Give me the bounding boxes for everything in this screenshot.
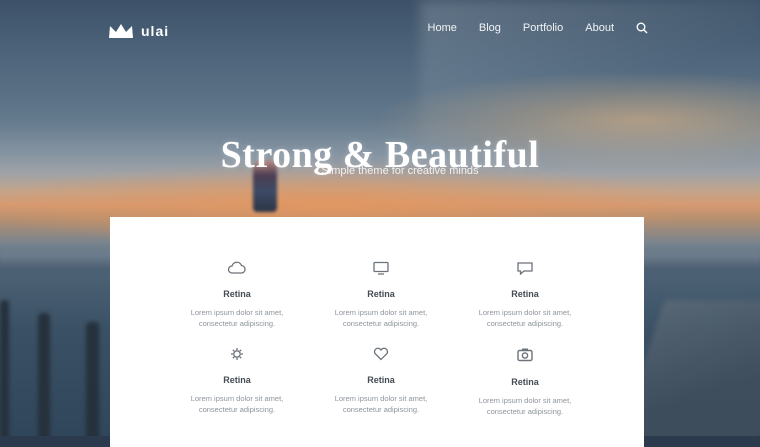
top-navigation: ulai Home Blog Portfolio About xyxy=(0,0,760,64)
feature-description: Lorem ipsum dolor sit amet, consectetur … xyxy=(334,308,428,328)
feature-title: Retina xyxy=(511,377,539,387)
nav-link-home[interactable]: Home xyxy=(428,22,457,34)
feature-description: Lorem ipsum dolor sit amet, consectetur … xyxy=(190,308,284,328)
pier-post xyxy=(38,313,50,436)
features-panel: Retina Lorem ipsum dolor sit amet, conse… xyxy=(110,217,644,447)
heart-icon xyxy=(373,347,389,361)
gear-icon xyxy=(231,348,243,360)
desktop-icon xyxy=(373,261,389,275)
nav-link-blog[interactable]: Blog xyxy=(479,22,501,34)
feature-item: Retina Lorem ipsum dolor sit amet, conse… xyxy=(436,261,614,329)
pier-post xyxy=(86,322,99,436)
search-icon[interactable] xyxy=(636,22,648,34)
feature-title: Retina xyxy=(511,289,539,299)
chat-icon xyxy=(517,262,533,275)
feature-description: Lorem ipsum dolor sit amet, consectetur … xyxy=(190,394,284,414)
cloud-icon xyxy=(228,261,246,274)
pier-post xyxy=(0,300,9,436)
crown-logo-icon xyxy=(109,24,133,38)
hero-tagline: Simple theme for creative minds xyxy=(321,165,479,177)
nav-link-portfolio[interactable]: Portfolio xyxy=(523,22,563,34)
feature-description: Lorem ipsum dolor sit amet, consectetur … xyxy=(478,308,572,328)
feature-description: Lorem ipsum dolor sit amet, consectetur … xyxy=(334,394,428,414)
site-logo[interactable]: ulai xyxy=(108,20,169,42)
nav-link-about[interactable]: About xyxy=(585,22,614,34)
camera-icon xyxy=(517,348,533,362)
feature-item: Retina Lorem ipsum dolor sit amet, conse… xyxy=(436,347,614,417)
main-menu: Home Blog Portfolio About xyxy=(428,22,648,34)
feature-description: Lorem ipsum dolor sit amet, consectetur … xyxy=(478,396,572,416)
brand-name: ulai xyxy=(141,23,170,39)
